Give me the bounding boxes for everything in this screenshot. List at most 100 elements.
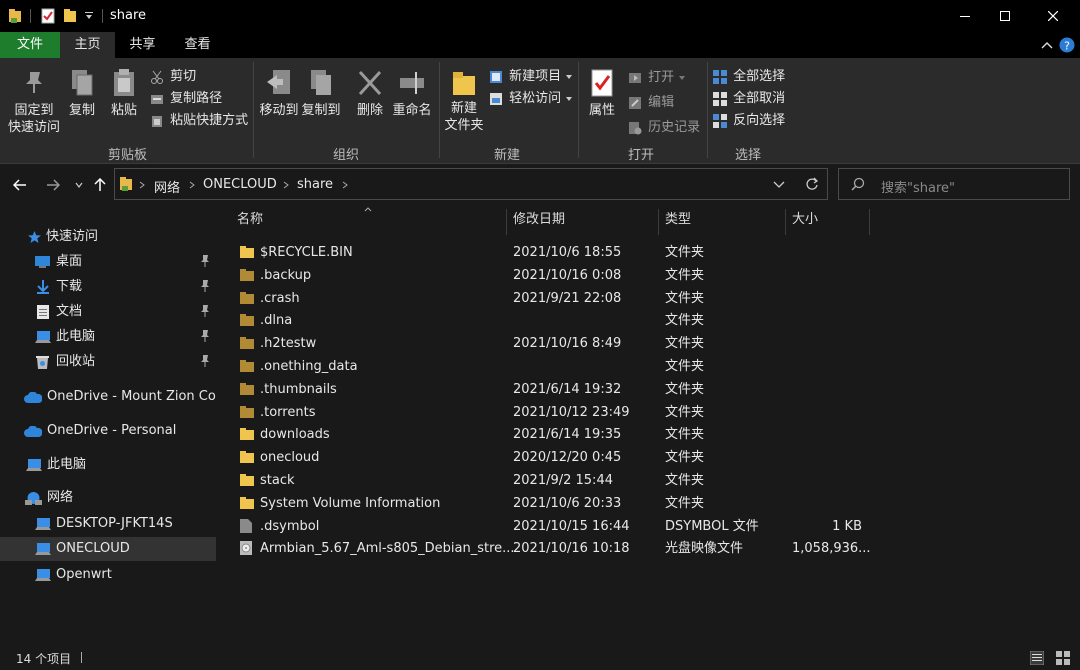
table-row[interactable]: onecloud 2020/12/20 0:45 文件夹 [236,446,886,469]
column-header-date[interactable]: 修改日期 [513,205,565,235]
pin-icon[interactable] [200,304,210,318]
pin-icon[interactable] [200,279,210,293]
pin-icon[interactable] [200,254,210,268]
select-all-button[interactable]: 全部选择 [713,65,785,84]
table-row[interactable]: .onething_data 文件夹 [236,355,886,378]
pin-icon[interactable] [200,354,210,368]
customize-toolbar-icon[interactable] [85,12,93,20]
tab-view[interactable]: 查看 [170,32,225,58]
tab-share[interactable]: 共享 [115,32,170,58]
new-folder-button[interactable]: 新建 文件夹 [442,66,486,142]
table-row[interactable]: .h2testw 2021/10/16 8:49 文件夹 [236,332,886,355]
details-view-icon[interactable] [1029,650,1045,666]
easy-access-button[interactable]: 轻松访问 [489,87,573,106]
column-header-size[interactable]: 大小 [792,205,818,235]
select-none-button[interactable]: 全部取消 [713,87,785,106]
nav-label: ONECLOUD [56,541,130,556]
maximize-button[interactable] [982,0,1028,32]
table-row[interactable]: .crash 2021/9/21 22:08 文件夹 [236,287,886,310]
table-row[interactable]: System Volume Information 2021/10/6 20:33… [236,492,886,515]
breadcrumb-chevron-icon[interactable] [189,181,195,189]
nav-quick-access[interactable]: 快速访问 [0,225,216,249]
properties-button[interactable]: 属性 [582,66,622,138]
properties-icon[interactable] [41,8,55,24]
nav-item-documents[interactable]: 文档 [0,300,216,324]
table-row[interactable]: stack 2021/9/2 15:44 文件夹 [236,469,886,492]
nav-this-pc[interactable]: 此电脑 [0,453,216,477]
address-dropdown-icon[interactable] [773,181,785,189]
copy-to-button[interactable]: 复制到 [299,66,343,138]
paste-button[interactable]: 粘贴 [104,66,144,138]
cut-button[interactable]: 剪切 [150,65,196,84]
nav-item-desktop[interactable]: 桌面 [0,250,216,274]
divider[interactable] [785,209,786,235]
select-none-label: 全部取消 [733,91,786,106]
large-icons-view-icon[interactable] [1056,651,1070,665]
nav-item-downloads[interactable]: 下载 [0,275,216,299]
history-button[interactable]: 历史记录 [628,116,700,135]
table-row[interactable]: $RECYCLE.BIN 2021/10/6 18:55 文件夹 [236,241,886,264]
tab-file[interactable]: 文件 [0,32,60,58]
column-header-type[interactable]: 类型 [665,205,691,235]
table-row[interactable]: .backup 2021/10/16 0:08 文件夹 [236,264,886,287]
divider[interactable] [506,209,507,235]
table-row[interactable]: .torrents 2021/10/12 23:49 文件夹 [236,401,886,424]
copy-button[interactable]: 复制 [64,66,100,138]
breadcrumb-share[interactable]: share [297,177,333,192]
help-icon[interactable]: ? [1059,37,1075,53]
column-header-name[interactable]: 名称 [237,205,263,235]
tab-home[interactable]: 主页 [60,32,115,58]
breadcrumb-chevron-icon[interactable] [283,181,289,189]
new-item-button[interactable]: 新建项目 [489,65,573,84]
back-icon[interactable] [12,179,27,191]
nav-onedrive-mount-zion[interactable]: OneDrive - Mount Zion Coll [0,385,216,409]
folder-icon [240,427,254,441]
collapse-ribbon-icon[interactable] [1041,41,1053,49]
rename-button[interactable]: 重命名 [390,66,434,138]
close-button[interactable] [1030,0,1076,32]
pin-icon[interactable] [200,329,210,343]
table-row[interactable]: .thumbnails 2021/6/14 19:32 文件夹 [236,378,886,401]
pin-to-quick-access-button[interactable]: 固定到 快速访问 [4,66,64,138]
nav-onedrive-personal[interactable]: OneDrive - Personal [0,419,216,443]
table-row[interactable]: downloads 2021/6/14 19:35 文件夹 [236,423,886,446]
nav-network-desktop-jfkt14s[interactable]: DESKTOP-JFKT14S [0,512,216,536]
refresh-icon[interactable] [805,177,819,191]
folder-icon [240,359,254,373]
recent-locations-icon[interactable] [75,182,83,188]
new-folder-icon[interactable] [63,8,77,24]
copy-to-icon [307,68,335,98]
table-row[interactable]: .dlna 文件夹 [236,309,886,332]
breadcrumb-network[interactable]: 网络 [154,177,180,196]
search-box[interactable]: 搜索"share" [838,168,1070,200]
open-button[interactable]: 打开 [628,66,686,85]
nav-label: OneDrive - Personal [47,423,177,438]
delete-button[interactable]: 删除 [352,66,388,138]
edit-button[interactable]: 编辑 [628,91,674,110]
file-type: 文件夹 [665,404,705,420]
table-row[interactable]: Armbian_5.67_Aml-s805_Debian_stre... 2021… [236,537,886,560]
up-icon[interactable] [94,177,106,192]
paste-shortcut-button[interactable]: 粘贴快捷方式 [150,109,248,128]
breadcrumb-chevron-icon[interactable] [139,181,145,189]
move-to-icon [265,68,293,98]
nav-item-this-pc-quick[interactable]: 此电脑 [0,325,216,349]
invert-selection-button[interactable]: 反向选择 [713,109,785,128]
breadcrumb-onecloud[interactable]: ONECLOUD [203,177,277,192]
divider [439,62,440,158]
address-bar[interactable]: 网络 ONECLOUD share [114,168,828,200]
nav-item-recycle-bin[interactable]: 回收站 [0,350,216,374]
divider[interactable] [869,209,870,235]
move-to-button[interactable]: 移动到 [257,66,301,138]
forward-icon[interactable] [46,179,61,191]
copy-path-button[interactable]: 复制路径 [150,87,222,106]
table-row[interactable]: .dsymbol 2021/10/15 16:44 DSYMBOL 文件 1 KB [236,515,886,538]
nav-network[interactable]: 网络 [0,486,216,510]
divider[interactable] [658,209,659,235]
open-label: 打开 [648,70,675,85]
cloud-icon [24,391,43,403]
breadcrumb-chevron-icon[interactable] [342,181,348,189]
nav-network-openwrt[interactable]: Openwrt [0,563,216,587]
nav-network-onecloud[interactable]: ONECLOUD [0,537,216,561]
dropdown-arrow-icon [678,75,686,81]
